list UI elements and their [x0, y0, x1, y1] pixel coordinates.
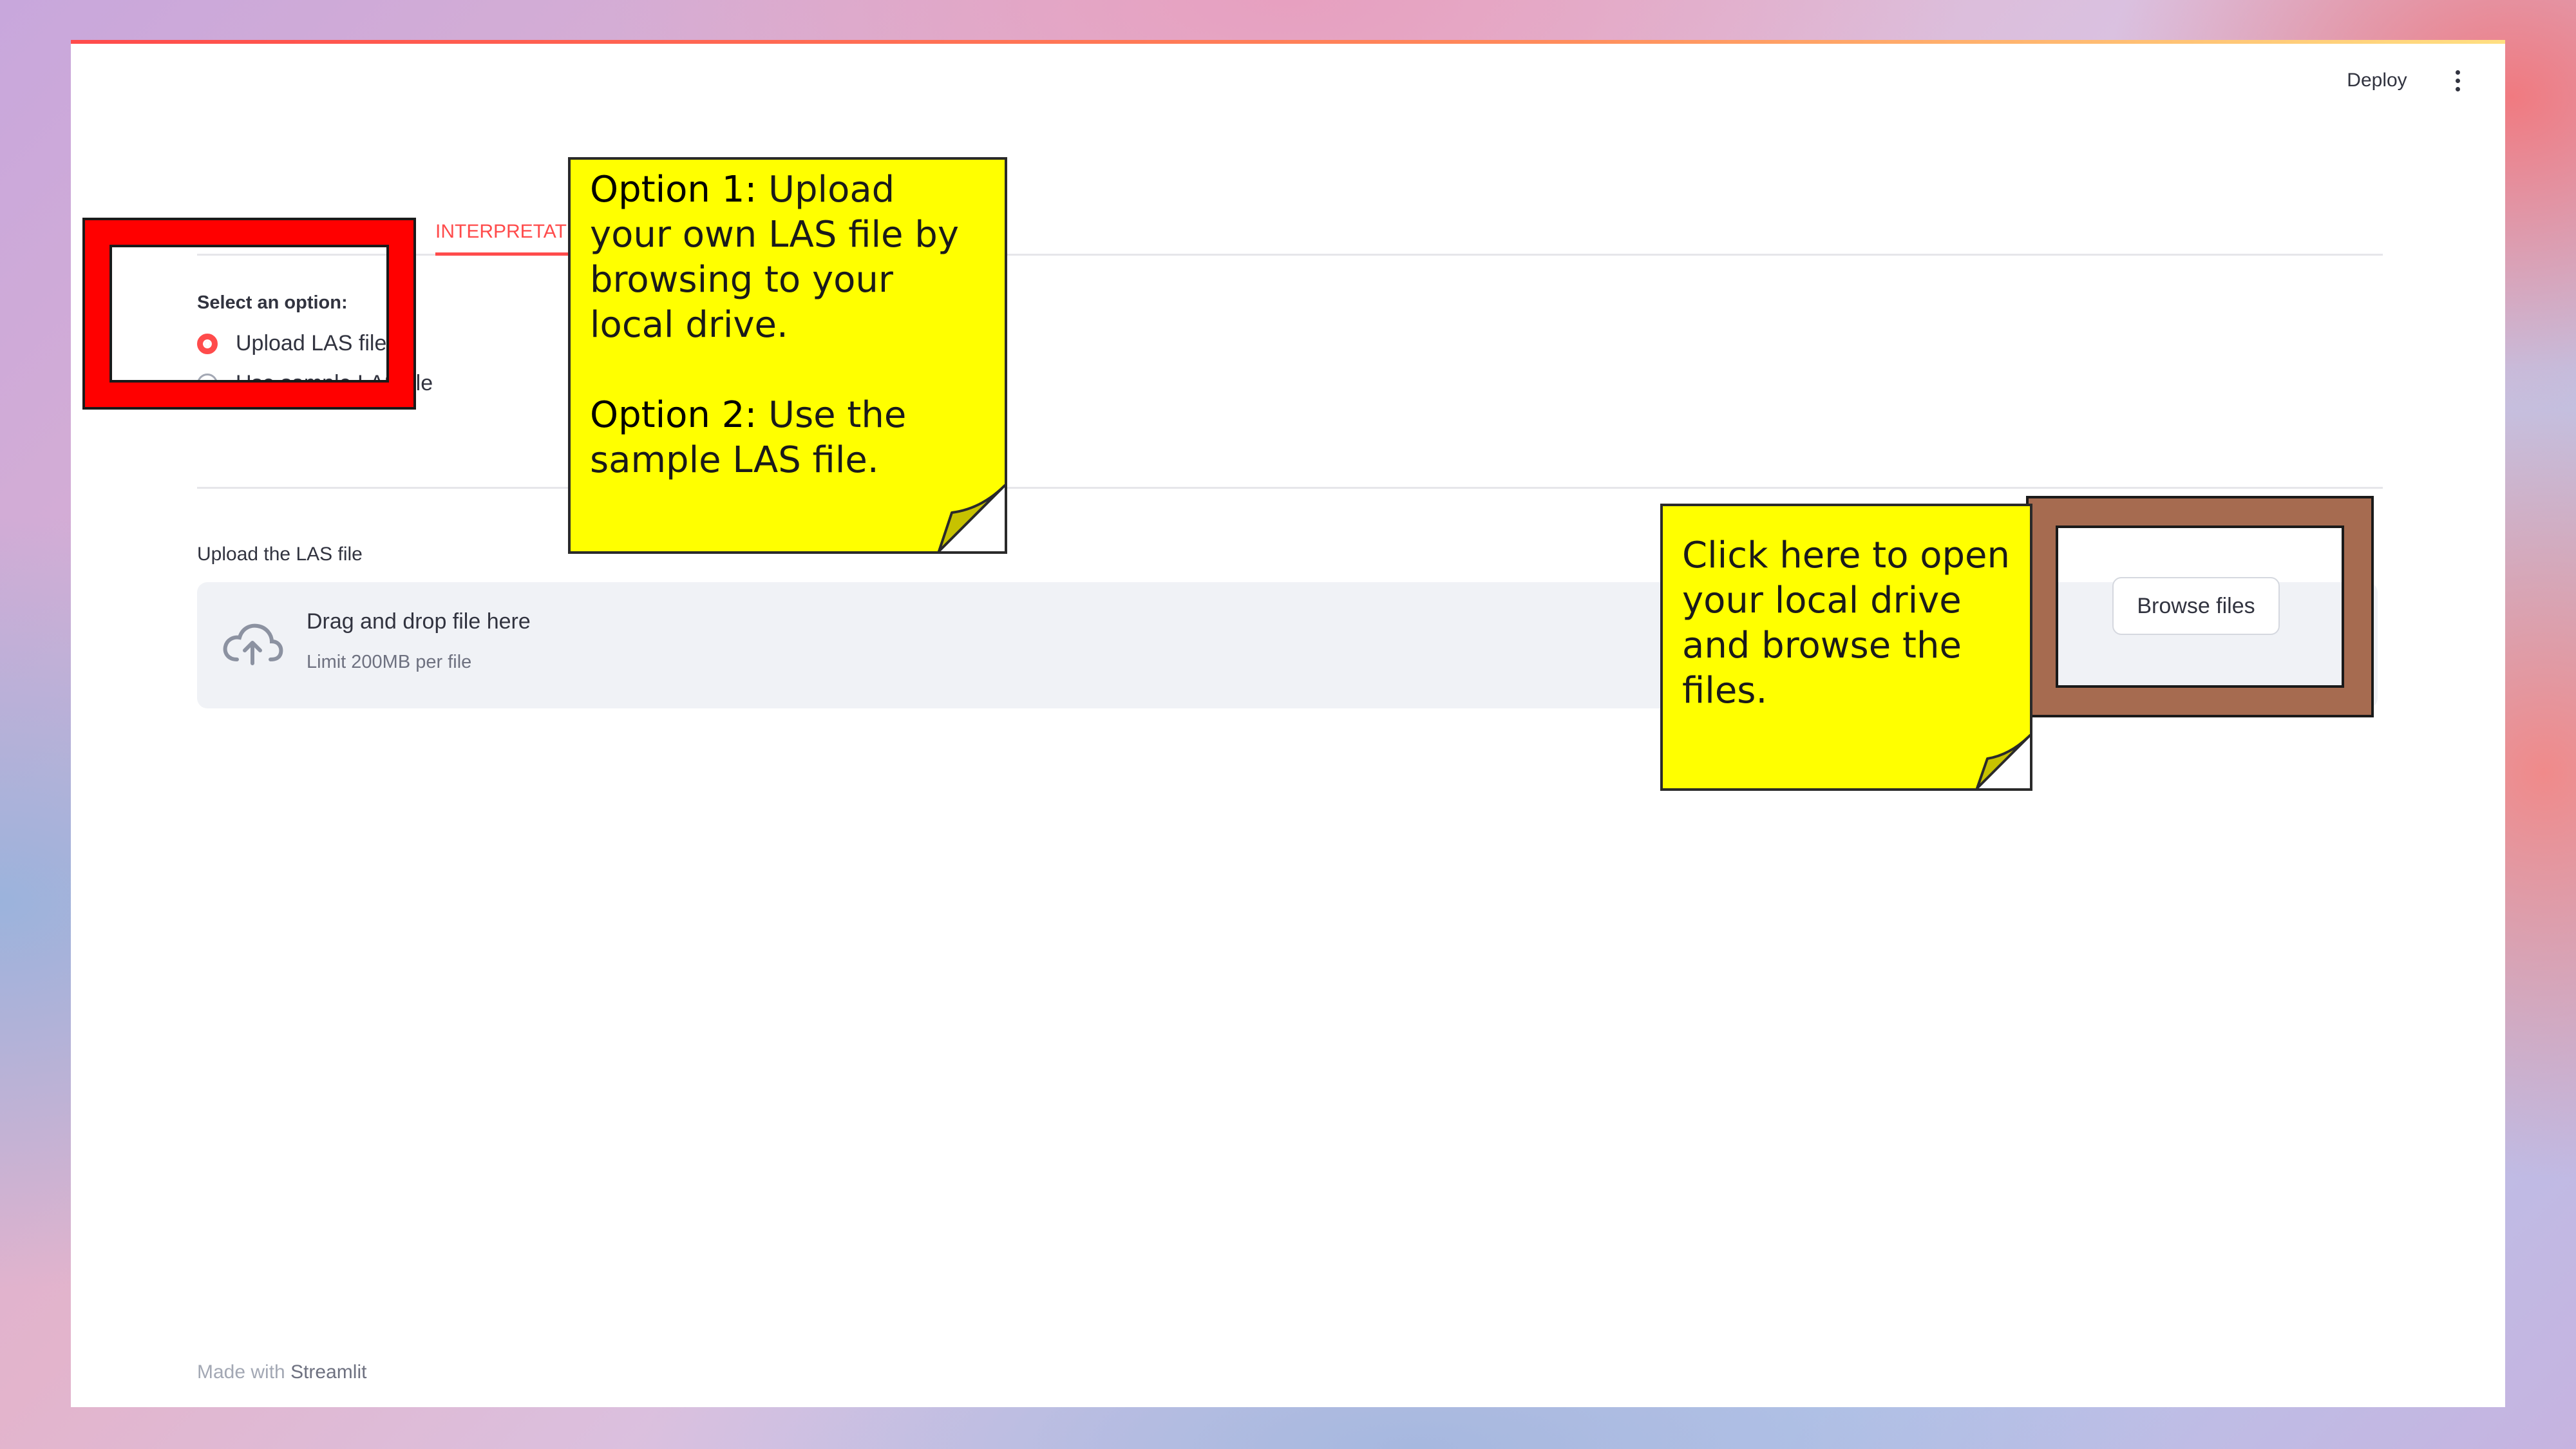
header-decoration-bar: [71, 40, 2505, 44]
footer-streamlit-link[interactable]: Streamlit: [290, 1361, 366, 1383]
main-menu-icon[interactable]: [2447, 66, 2468, 95]
callout-option2-key: Option 2:: [590, 394, 757, 436]
section-divider: [197, 487, 2383, 489]
note-curl-icon: [938, 484, 1006, 553]
dropzone-instructions: Drag and drop file here: [307, 609, 531, 634]
footer-made-with: Made with Streamlit: [197, 1361, 366, 1383]
radio-highlight-frame: [82, 218, 416, 410]
footer-prefix: Made with: [197, 1361, 285, 1383]
callout-note-browse: Click here to open your local drive and …: [1660, 504, 2032, 791]
uploader-label: Upload the LAS file: [197, 544, 363, 565]
cloud-upload-icon: [223, 623, 283, 665]
deploy-button[interactable]: Deploy: [2335, 64, 2419, 97]
browse-files-button[interactable]: Browse files: [2112, 577, 2280, 635]
dropzone-limit-text: Limit 200MB per file: [307, 652, 472, 672]
note-curl-icon: [1976, 734, 2031, 790]
tab-interpretation[interactable]: INTERPRETATI: [435, 213, 572, 251]
callout-browse-text: Click here to open your local drive and …: [1682, 535, 2011, 712]
streamlit-app-window: Deploy HOME USER'S GUIDE INTERPRETATI Se…: [71, 40, 2505, 1407]
callout-option1-key: Option 1:: [590, 169, 757, 211]
callout-note-options: Option 1: Upload your own LAS file by br…: [568, 157, 1007, 554]
tab-active-indicator: [435, 252, 578, 256]
